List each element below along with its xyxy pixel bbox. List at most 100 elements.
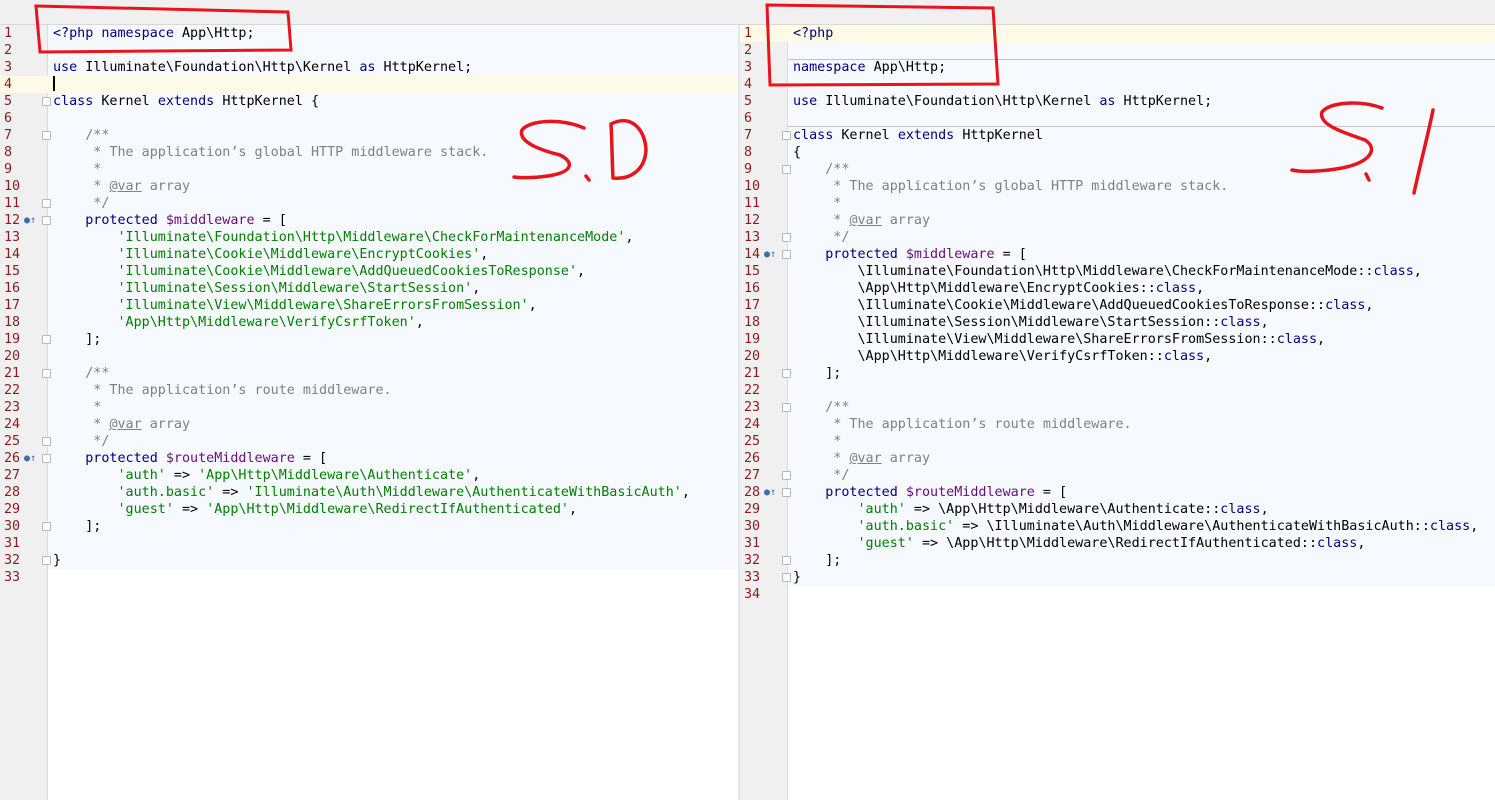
code-text[interactable]: class Kernel extends HttpKernel xyxy=(793,127,1043,144)
code-text[interactable]: { xyxy=(793,144,801,161)
code-line[interactable]: 24 * The application’s route middleware. xyxy=(740,416,1495,433)
fold-toggle-icon[interactable] xyxy=(42,369,51,378)
code-line[interactable]: 3 use Illuminate\Foundation\Http\Kernel a… xyxy=(0,59,738,76)
fold-toggle-icon[interactable] xyxy=(42,335,51,344)
fold-toggle-icon[interactable] xyxy=(42,454,51,463)
code-text[interactable]: 'Illuminate\Foundation\Http\Middleware\C… xyxy=(53,229,634,246)
code-text[interactable]: use Illuminate\Foundation\Http\Kernel as… xyxy=(53,59,472,76)
fold-toggle-icon[interactable] xyxy=(42,131,51,140)
code-line[interactable]: 2 xyxy=(740,42,1495,59)
fold-toggle-icon[interactable] xyxy=(782,403,791,412)
code-line[interactable]: 5 class Kernel extends HttpKernel { xyxy=(0,93,738,110)
fold-toggle-icon[interactable] xyxy=(42,97,51,106)
code-text[interactable]: protected $routeMiddleware = [ xyxy=(793,484,1067,501)
code-text[interactable]: * xyxy=(53,161,101,178)
code-text[interactable]: 'guest' => 'App\Http\Middleware\Redirect… xyxy=(53,501,578,518)
code-text[interactable]: * @var array xyxy=(793,450,930,467)
code-line[interactable]: 2 xyxy=(0,42,738,59)
code-text[interactable]: */ xyxy=(793,229,849,246)
code-line[interactable]: 25 * xyxy=(740,433,1495,450)
editor-pane-right[interactable]: 1 <?php 2 3 namespace App\Http; 4 5 use Illumin… xyxy=(740,25,1495,800)
code-line[interactable]: 7 /** xyxy=(0,127,738,144)
code-text[interactable]: 'auth.basic' => 'Illuminate\Auth\Middlew… xyxy=(53,484,690,501)
code-line[interactable]: 29 'auth' => \App\Http\Middleware\Authen… xyxy=(740,501,1495,518)
code-text[interactable]: namespace App\Http; xyxy=(793,59,946,76)
override-marker-icon[interactable]: ●↑ xyxy=(24,450,38,467)
code-text[interactable]: /** xyxy=(793,161,849,178)
code-line[interactable]: 6 xyxy=(740,110,1495,127)
code-text[interactable]: /** xyxy=(53,127,109,144)
code-text[interactable]: \Illuminate\View\Middleware\ShareErrorsF… xyxy=(793,331,1325,348)
code-text[interactable]: } xyxy=(53,552,61,569)
code-line[interactable]: 17 \Illuminate\Cookie\Middleware\AddQueu… xyxy=(740,297,1495,314)
code-text[interactable]: */ xyxy=(53,195,109,212)
code-text[interactable]: \Illuminate\Foundation\Http\Middleware\C… xyxy=(793,263,1421,280)
override-marker-icon[interactable]: ●↑ xyxy=(764,246,778,263)
code-line[interactable]: 13 'Illuminate\Foundation\Http\Middlewar… xyxy=(0,229,738,246)
code-text[interactable]: * @var array xyxy=(53,178,190,195)
code-text[interactable]: * The application’s route middleware. xyxy=(53,382,391,399)
fold-toggle-icon[interactable] xyxy=(782,369,791,378)
code-line[interactable]: 32} xyxy=(0,552,738,569)
code-line[interactable]: 26 ●↑ protected $routeMiddleware = [ xyxy=(0,450,738,467)
code-line[interactable]: 14 'Illuminate\Cookie\Middleware\Encrypt… xyxy=(0,246,738,263)
code-line[interactable]: 13 */ xyxy=(740,229,1495,246)
code-line[interactable]: 24 * @var array xyxy=(0,416,738,433)
code-text[interactable]: 'App\Http\Middleware\VerifyCsrfToken', xyxy=(53,314,424,331)
code-line[interactable]: 20 xyxy=(0,348,738,365)
code-line[interactable]: 1 <?php namespace App\Http; xyxy=(0,25,738,42)
code-line[interactable]: 10 * The application’s global HTTP middl… xyxy=(740,178,1495,195)
fold-toggle-icon[interactable] xyxy=(782,488,791,497)
code-line[interactable]: 30 ]; xyxy=(0,518,738,535)
override-marker-icon[interactable]: ●↑ xyxy=(764,484,778,501)
code-line[interactable]: 9 /** xyxy=(740,161,1495,178)
code-line[interactable]: 11 * xyxy=(740,195,1495,212)
code-line[interactable]: 9 * xyxy=(0,161,738,178)
code-text[interactable]: protected $middleware = [ xyxy=(53,212,287,229)
code-text[interactable]: \Illuminate\Cookie\Middleware\AddQueuedC… xyxy=(793,297,1373,314)
code-text[interactable]: * The application’s global HTTP middlewa… xyxy=(793,178,1228,195)
code-text[interactable]: \App\Http\Middleware\VerifyCsrfToken::cl… xyxy=(793,348,1212,365)
code-text[interactable] xyxy=(53,76,55,93)
code-text[interactable]: } xyxy=(793,569,801,586)
code-text[interactable]: \Illuminate\Session\Middleware\StartSess… xyxy=(793,314,1268,331)
code-line[interactable]: 27 */ xyxy=(740,467,1495,484)
code-line[interactable]: 12 * @var array xyxy=(740,212,1495,229)
code-text[interactable]: * xyxy=(793,433,841,450)
code-line[interactable]: 18 'App\Http\Middleware\VerifyCsrfToken'… xyxy=(0,314,738,331)
code-text[interactable]: * xyxy=(53,399,101,416)
code-line[interactable]: 8 * The application’s global HTTP middle… xyxy=(0,144,738,161)
code-text[interactable]: 'auth' => \App\Http\Middleware\Authentic… xyxy=(793,501,1269,518)
code-text[interactable]: */ xyxy=(53,433,109,450)
code-text[interactable]: * @var array xyxy=(53,416,190,433)
code-line[interactable]: 23 /** xyxy=(740,399,1495,416)
code-text[interactable]: 'auth.basic' => \Illuminate\Auth\Middlew… xyxy=(793,518,1479,535)
code-line[interactable]: 5 use Illuminate\Foundation\Http\Kernel a… xyxy=(740,93,1495,110)
code-text[interactable]: 'guest' => \App\Http\Middleware\Redirect… xyxy=(793,535,1366,552)
code-line[interactable]: 23 * xyxy=(0,399,738,416)
code-line[interactable]: 21 /** xyxy=(0,365,738,382)
code-line[interactable]: 22 * The application’s route middleware. xyxy=(0,382,738,399)
code-text[interactable]: use Illuminate\Foundation\Http\Kernel as… xyxy=(793,93,1212,110)
code-line[interactable]: 26 * @var array xyxy=(740,450,1495,467)
code-text[interactable]: 'auth' => 'App\Http\Middleware\Authentic… xyxy=(53,467,481,484)
code-text[interactable]: * xyxy=(793,195,841,212)
code-line[interactable]: 14 ●↑ protected $middleware = [ xyxy=(740,246,1495,263)
code-text[interactable]: ]; xyxy=(793,365,841,382)
code-text[interactable]: * @var array xyxy=(793,212,930,229)
code-line[interactable]: 33} xyxy=(740,569,1495,586)
code-text[interactable]: protected $routeMiddleware = [ xyxy=(53,450,327,467)
fold-toggle-icon[interactable] xyxy=(782,131,791,140)
code-text[interactable]: /** xyxy=(793,399,849,416)
code-line[interactable]: 30 'auth.basic' => \Illuminate\Auth\Midd… xyxy=(740,518,1495,535)
code-text[interactable]: 'Illuminate\Session\Middleware\StartSess… xyxy=(53,280,481,297)
code-line[interactable]: 15 \Illuminate\Foundation\Http\Middlewar… xyxy=(740,263,1495,280)
code-line[interactable]: 31 xyxy=(0,535,738,552)
code-text[interactable]: 'Illuminate\Cookie\Middleware\AddQueuedC… xyxy=(53,263,586,280)
code-line[interactable]: 3 namespace App\Http; xyxy=(740,59,1495,76)
fold-toggle-icon[interactable] xyxy=(42,556,51,565)
code-text[interactable]: * The application’s global HTTP middlewa… xyxy=(53,144,488,161)
code-line[interactable]: 4 xyxy=(0,76,738,93)
code-line[interactable]: 32 ]; xyxy=(740,552,1495,569)
code-line[interactable]: 16 \App\Http\Middleware\EncryptCookies::… xyxy=(740,280,1495,297)
